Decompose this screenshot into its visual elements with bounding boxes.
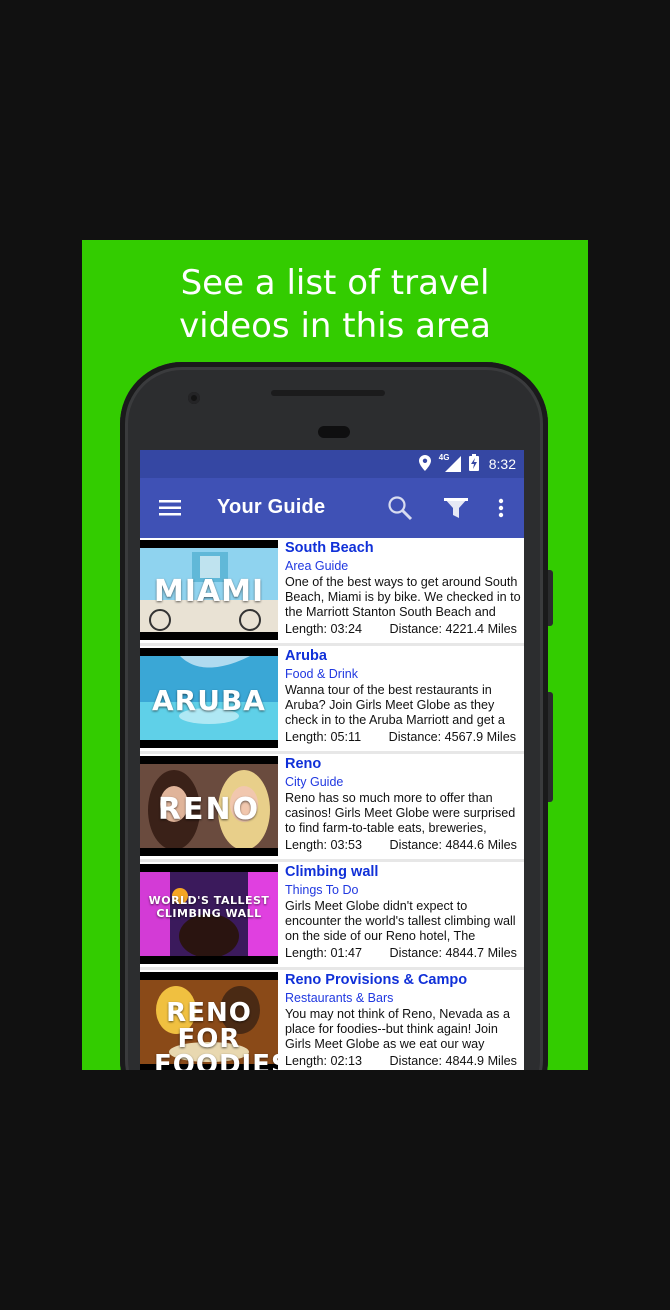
thumbnail-text: MIAMI — [153, 574, 265, 609]
list-item[interactable]: ARUBA Aruba Food & Drink Wanna tour of t… — [140, 646, 524, 754]
item-length: 03:24 — [330, 622, 363, 636]
promo-caption: See a list of travel videos in this area — [82, 262, 588, 348]
item-category[interactable]: Area Guide — [285, 558, 523, 574]
distance-label: Distance: — [389, 946, 443, 960]
length-label: Length: — [285, 838, 328, 852]
video-thumbnail[interactable]: RENO — [140, 756, 278, 856]
item-distance: 4221.4 Miles — [445, 622, 517, 636]
phone-sensor — [318, 426, 350, 438]
item-distance: 4844.9 Miles — [445, 1054, 517, 1068]
app-bar: Your Guide — [140, 478, 524, 538]
item-description: Girls Meet Globe didn't expect to encoun… — [285, 899, 516, 943]
thumbnail-text: WORLD'S TALLEST CLIMBING WALL — [148, 894, 270, 920]
item-category[interactable]: Restaurants & Bars — [285, 990, 523, 1006]
item-length: 05:11 — [330, 730, 362, 744]
caption-line-2: videos in this area — [179, 306, 491, 346]
item-title[interactable]: Climbing wall — [285, 863, 523, 881]
item-meta: Length: 03:24 Distance: 4221.4 Miles — [285, 622, 523, 637]
battery-icon — [468, 454, 479, 474]
video-thumbnail[interactable]: RENO FOR FOODIES — [140, 972, 278, 1070]
video-thumbnail[interactable]: ARUBA — [140, 648, 278, 748]
length-label: Length: — [285, 622, 328, 636]
distance-label: Distance: — [389, 622, 443, 636]
item-title[interactable]: Reno — [285, 755, 523, 773]
length-label: Length: — [285, 1054, 328, 1068]
item-description: Reno has so much more to offer than casi… — [285, 791, 516, 835]
promo-panel: See a list of travel videos in this area… — [82, 240, 588, 1070]
item-description: Wanna tour of the best restaurants in Ar… — [285, 683, 505, 727]
more-vert-icon[interactable] — [485, 492, 517, 524]
item-length: 02:13 — [330, 1054, 363, 1068]
item-title[interactable]: South Beach — [285, 539, 523, 557]
video-list: MIAMI South Beach Area Guide One of the … — [140, 538, 524, 1070]
item-distance: 4567.9 Miles — [444, 730, 517, 744]
phone-frame: 4G 8:32 Your Guide MIAMI South Beach Are… — [120, 362, 553, 1070]
page-title: Your Guide — [217, 496, 326, 518]
status-time: 8:32 — [488, 456, 516, 472]
status-bar: 4G 8:32 — [140, 450, 524, 478]
video-thumbnail[interactable]: MIAMI — [140, 540, 278, 640]
distance-label: Distance: — [388, 730, 442, 744]
item-info: South Beach Area Guide One of the best w… — [285, 539, 523, 637]
item-title[interactable]: Aruba — [285, 647, 523, 665]
network-type: 4G — [438, 453, 450, 462]
item-length: 01:47 — [330, 946, 363, 960]
caption-line-1: See a list of travel — [180, 263, 490, 303]
length-label: Length: — [285, 946, 328, 960]
distance-label: Distance: — [389, 1054, 443, 1068]
list-item[interactable]: WORLD'S TALLEST CLIMBING WALL Climbing w… — [140, 862, 524, 970]
item-distance: 4844.6 Miles — [445, 838, 517, 852]
item-info: Climbing wall Things To Do Girls Meet Gl… — [285, 863, 523, 961]
video-thumbnail[interactable]: WORLD'S TALLEST CLIMBING WALL — [140, 864, 278, 964]
item-meta: Length: 03:53 Distance: 4844.6 Miles — [285, 838, 523, 853]
thumbnail-text: ARUBA — [152, 684, 266, 717]
menu-icon[interactable] — [140, 478, 200, 538]
phone-camera — [188, 392, 200, 404]
phone-side-button — [548, 570, 553, 626]
item-meta: Length: 05:11 Distance: 4567.9 Miles — [285, 730, 523, 745]
filter-icon[interactable] — [440, 492, 472, 524]
item-info: Reno Provisions & Campo Restaurants & Ba… — [285, 971, 523, 1069]
distance-label: Distance: — [389, 838, 443, 852]
item-description: One of the best ways to get around South… — [285, 575, 521, 619]
phone-screen: 4G 8:32 Your Guide MIAMI South Beach Are… — [140, 450, 524, 1070]
item-category[interactable]: City Guide — [285, 774, 523, 790]
item-category[interactable]: Things To Do — [285, 882, 523, 898]
phone-speaker — [271, 390, 385, 396]
item-info: Aruba Food & Drink Wanna tour of the bes… — [285, 647, 523, 745]
item-category[interactable]: Food & Drink — [285, 666, 523, 682]
item-description: You may not think of Reno, Nevada as a p… — [285, 1007, 510, 1051]
list-item[interactable]: RENO FOR FOODIES Reno Provisions & Campo… — [140, 970, 524, 1070]
item-distance: 4844.7 Miles — [445, 946, 517, 960]
item-meta: Length: 01:47 Distance: 4844.7 Miles — [285, 946, 523, 961]
thumbnail-text: RENO FOR FOODIES — [154, 998, 278, 1070]
item-length: 03:53 — [330, 838, 363, 852]
list-item[interactable]: MIAMI South Beach Area Guide One of the … — [140, 538, 524, 646]
item-meta: Length: 02:13 Distance: 4844.9 Miles — [285, 1054, 523, 1069]
item-title[interactable]: Reno Provisions & Campo — [285, 971, 523, 989]
item-info: Reno City Guide Reno has so much more to… — [285, 755, 523, 853]
length-label: Length: — [285, 730, 328, 744]
phone-volume-button — [548, 692, 553, 802]
search-icon[interactable] — [384, 492, 416, 524]
thumbnail-text: RENO — [157, 792, 261, 827]
location-icon — [418, 454, 431, 474]
signal-icon: 4G — [438, 453, 461, 472]
list-item[interactable]: RENO Reno City Guide Reno has so much mo… — [140, 754, 524, 862]
